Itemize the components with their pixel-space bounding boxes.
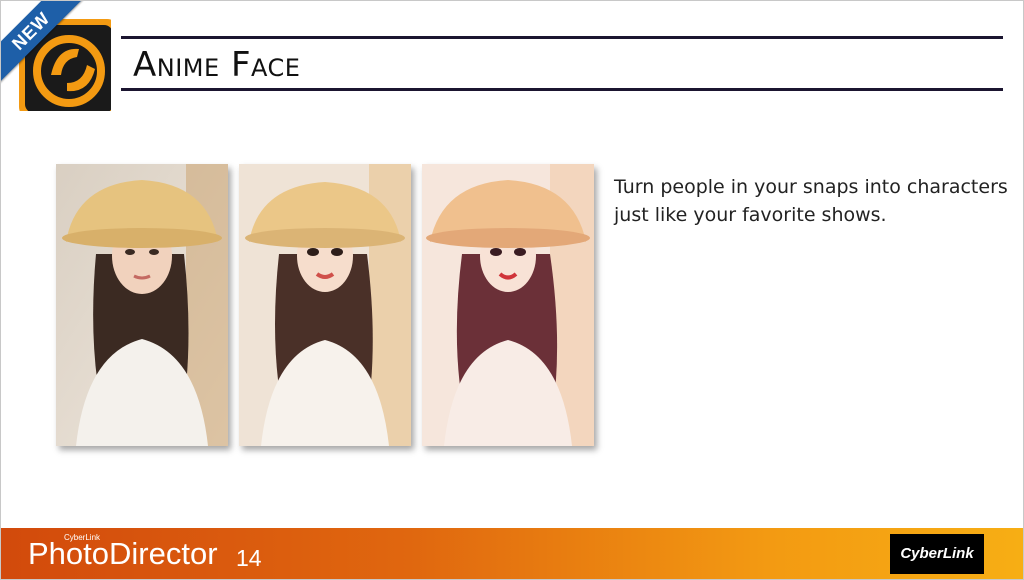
footer-version: 14 (236, 545, 262, 571)
photo-original (56, 164, 228, 446)
app-logo-corner: NEW (1, 1, 111, 111)
feature-description: Turn people in your snaps into character… (614, 176, 1008, 226)
footer-bar: CyberLink PhotoDirector 14 CyberLink (1, 528, 1023, 579)
slide: NEW Anime Face Turn people in your snaps… (0, 0, 1024, 580)
portrait-anime-style-2-image (422, 164, 594, 446)
cyberlink-logo: CyberLink (890, 534, 984, 574)
photo-anime-style-2 (422, 164, 594, 446)
portrait-original-image (56, 164, 228, 446)
footer-product-name: PhotoDirector (28, 536, 218, 571)
title-rule-bottom (121, 88, 1003, 91)
portrait-anime-style-1-image (239, 164, 411, 446)
title-rule-top (121, 36, 1003, 39)
slide-title: Anime Face (133, 45, 301, 85)
photo-anime-style-1 (239, 164, 411, 446)
